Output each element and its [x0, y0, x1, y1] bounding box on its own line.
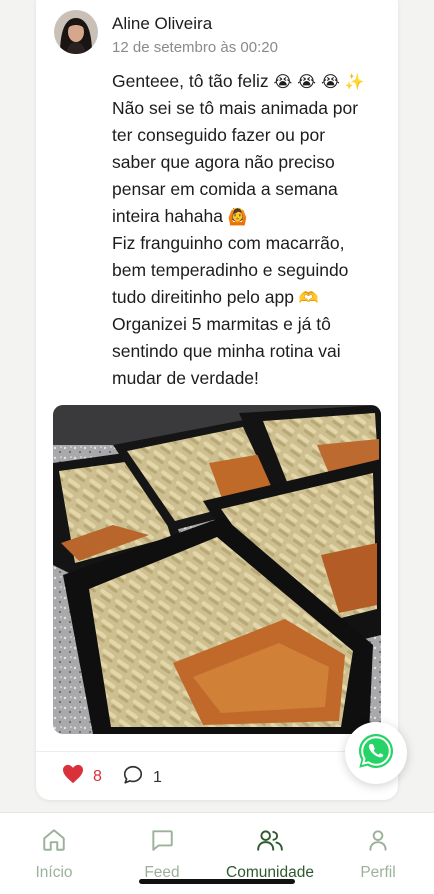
like-count: 8 [93, 767, 102, 785]
post-text-line: Genteee, tô tão feliz 😭 😭 😭 ✨ [112, 71, 365, 91]
nav-label: Início [35, 864, 73, 881]
post-text-line: bem temperadinho e seguindo [112, 260, 349, 280]
gesture-emoji: 🙆 [227, 207, 248, 226]
post-text-line: ter conseguido fazer ou por [112, 125, 326, 145]
chat-icon [149, 827, 175, 858]
home-icon [41, 827, 67, 858]
nav-item-perfil[interactable]: Perfil [324, 827, 432, 882]
post-timestamp: 12 de setembro às 00:20 [112, 39, 278, 56]
author-name[interactable]: Aline Oliveira [112, 14, 212, 34]
nav-item-inicio[interactable]: Início [0, 827, 108, 882]
comment-button[interactable]: 1 [122, 764, 162, 791]
nav-item-comunidade[interactable]: Comunidade [216, 827, 324, 882]
post-text-line: Fiz franguinho com macarrão, [112, 233, 345, 253]
nav-item-feed[interactable]: Feed [108, 827, 216, 882]
avatar[interactable] [54, 10, 98, 54]
post-text-line: pensar em comida a semana [112, 179, 338, 199]
comment-icon [122, 764, 144, 791]
user-icon [365, 827, 391, 858]
post-text-line: mudar de verdade! [112, 368, 259, 388]
post-photo[interactable] [53, 405, 381, 734]
actions-divider [36, 751, 398, 752]
home-indicator [139, 879, 295, 884]
post-text-line: tudo direitinho pelo app 🫶 [112, 287, 319, 307]
like-button[interactable]: 8 [62, 764, 102, 789]
post-text-line: saber que agora não preciso [112, 152, 335, 172]
whatsapp-button[interactable] [345, 722, 407, 784]
post-text-line: Organizei 5 marmitas e já tô [112, 314, 331, 334]
heart-hands-emoji: 🫶 [298, 288, 319, 307]
whatsapp-icon [356, 731, 396, 776]
crying-emoji-group: 😭 😭 😭 ✨ [273, 72, 365, 91]
post-text-line: Não sei se tô mais animada por [112, 98, 359, 118]
nav-label: Perfil [360, 864, 396, 881]
users-icon [256, 827, 284, 858]
heart-icon [62, 764, 84, 789]
post-text-line: inteira hahaha 🙆 [112, 206, 248, 226]
post-text-line: sentindo que minha rotina vai [112, 341, 341, 361]
post-text: Genteee, tô tão feliz 😭 😭 😭 ✨ Não sei se… [112, 68, 384, 392]
comment-count: 1 [153, 768, 162, 786]
